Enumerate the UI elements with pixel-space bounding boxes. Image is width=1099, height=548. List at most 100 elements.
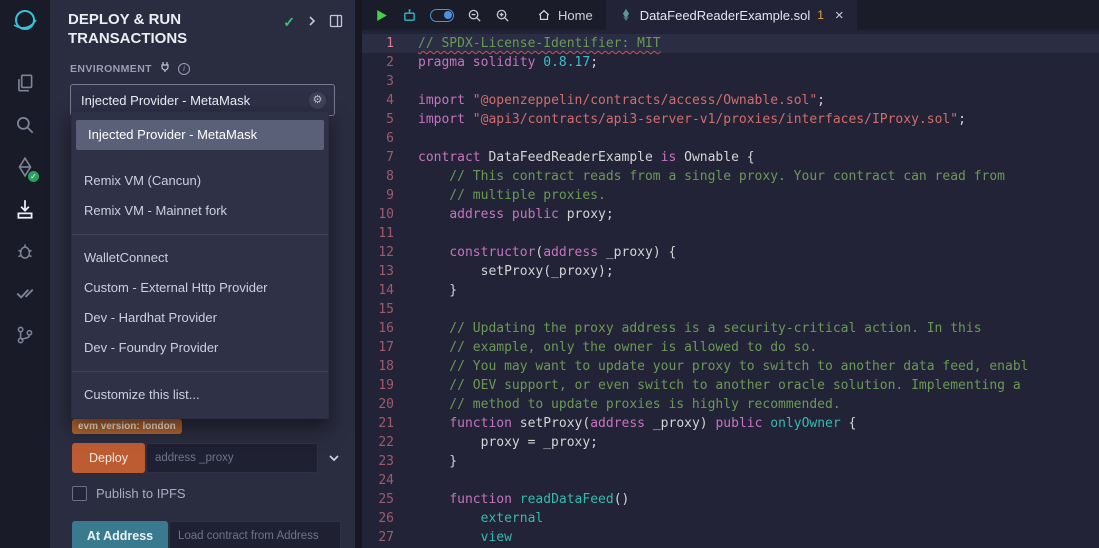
code-line[interactable]: 16 // Updating the proxy address is a se… (362, 319, 1099, 338)
editor-toolbar (362, 0, 524, 30)
code-line[interactable]: 15 (362, 300, 1099, 319)
environment-select-value: Injected Provider - MetaMask (81, 93, 250, 108)
tab-modified-badge: 1 (817, 8, 824, 22)
zoom-out-icon[interactable] (467, 8, 482, 23)
line-number: 25 (362, 490, 418, 509)
line-number: 22 (362, 433, 418, 452)
publish-row: Publish to IPFS (72, 486, 333, 501)
file-explorer-icon[interactable] (5, 62, 45, 104)
chevron-right-icon[interactable] (305, 14, 319, 33)
code-line[interactable]: 2pragma solidity 0.8.17; (362, 53, 1099, 72)
line-number: 9 (362, 186, 418, 205)
environment-option[interactable]: Injected Provider - MetaMask (76, 120, 324, 150)
line-number: 12 (362, 243, 418, 262)
code-line[interactable]: 10 address public proxy; (362, 205, 1099, 224)
ai-assistant-icon[interactable] (402, 8, 417, 23)
chevron-down-icon[interactable] (327, 451, 341, 465)
line-number: 20 (362, 395, 418, 414)
code-line[interactable]: 12 constructor(address _proxy) { (362, 243, 1099, 262)
code-line[interactable]: 8 // This contract reads from a single p… (362, 167, 1099, 186)
code-line[interactable]: 13 setProxy(_proxy); (362, 262, 1099, 281)
environment-option[interactable]: Dev - Foundry Provider (72, 333, 328, 363)
code-line[interactable]: 14 } (362, 281, 1099, 300)
code-area[interactable]: 1// SPDX-License-Identifier: MIT2pragma … (362, 30, 1099, 548)
publish-to-ipfs-label: Publish to IPFS (96, 486, 186, 501)
line-number: 13 (362, 262, 418, 281)
home-icon (537, 8, 551, 22)
code-line[interactable]: 24 (362, 471, 1099, 490)
code-line[interactable]: 26 external (362, 509, 1099, 528)
environment-option[interactable]: Dev - Hardhat Provider (72, 303, 328, 333)
info-icon[interactable]: i (178, 63, 190, 75)
search-icon[interactable] (5, 104, 45, 146)
panel-header: DEPLOY & RUN TRANSACTIONS ✓ (50, 0, 355, 52)
close-icon[interactable]: × (835, 7, 844, 24)
line-number: 2 (362, 53, 418, 72)
plug-icon[interactable] (159, 60, 171, 78)
publish-to-ipfs-checkbox[interactable] (72, 486, 87, 501)
code-line[interactable]: 3 (362, 72, 1099, 91)
environment-option[interactable]: WalletConnect (72, 243, 328, 273)
code-line[interactable]: 4import "@openzeppelin/contracts/access/… (362, 91, 1099, 110)
code-line[interactable]: 21 function setProxy(address _proxy) pub… (362, 414, 1099, 433)
code-line[interactable]: 7contract DataFeedReaderExample is Ownab… (362, 148, 1099, 167)
line-number: 27 (362, 528, 418, 547)
deploy-and-run-icon[interactable] (5, 188, 45, 230)
line-number: 15 (362, 300, 418, 319)
code-line[interactable]: 23 } (362, 452, 1099, 471)
environment-row: ENVIRONMENT i (70, 60, 335, 78)
code-line[interactable]: 9 // multiple proxies. (362, 186, 1099, 205)
solidity-icon (619, 8, 633, 22)
code-line[interactable]: 20 // method to update proxies is highly… (362, 395, 1099, 414)
git-icon[interactable] (5, 314, 45, 356)
editor-pane: Home DataFeedReaderExample.sol 1 × 1// S… (355, 0, 1099, 548)
compiler-success-badge: ✓ (28, 171, 39, 182)
deploy-button[interactable]: Deploy (72, 443, 145, 473)
code-line[interactable]: 1// SPDX-License-Identifier: MIT (362, 34, 1099, 53)
at-address-input[interactable] (169, 521, 341, 548)
line-number: 6 (362, 129, 418, 148)
editor-tabbar: Home DataFeedReaderExample.sol 1 × (362, 0, 1099, 30)
tab-file-label: DataFeedReaderExample.sol (640, 8, 811, 23)
line-number: 26 (362, 509, 418, 528)
copilot-toggle[interactable] (430, 9, 454, 22)
line-number: 17 (362, 338, 418, 357)
tab-home-label: Home (558, 8, 593, 23)
line-number: 16 (362, 319, 418, 338)
code-line[interactable]: 6 (362, 129, 1099, 148)
checks-icon[interactable] (5, 272, 45, 314)
deploy-args-input[interactable] (146, 443, 318, 473)
environment-option[interactable]: Remix VM (Cancun) (72, 166, 328, 196)
debugger-icon[interactable] (5, 230, 45, 272)
zoom-in-icon[interactable] (495, 8, 510, 23)
environment-option[interactable]: Remix VM - Mainnet fork (72, 196, 328, 226)
line-number: 5 (362, 110, 418, 129)
line-number: 23 (362, 452, 418, 471)
code-line[interactable]: 27 view (362, 528, 1099, 547)
code-line[interactable]: 5import "@api3/contracts/api3-server-v1/… (362, 110, 1099, 129)
line-number: 10 (362, 205, 418, 224)
line-number: 21 (362, 414, 418, 433)
tab-datafeedreaderexample[interactable]: DataFeedReaderExample.sol 1 × (606, 0, 857, 30)
line-number: 11 (362, 224, 418, 243)
code-line[interactable]: 18 // You may want to update your proxy … (362, 357, 1099, 376)
remix-ide-window: ✓ DEPLOY & RUN TRANSACTIONS ✓ (0, 0, 1099, 548)
code-line[interactable]: 17 // example, only the owner is allowed… (362, 338, 1099, 357)
line-number: 7 (362, 148, 418, 167)
code-line[interactable]: 22 proxy = _proxy; (362, 433, 1099, 452)
environment-option[interactable]: Custom - External Http Provider (72, 273, 328, 303)
evm-version-badge: evm version: london (72, 419, 182, 434)
pin-panel-icon[interactable] (329, 14, 343, 33)
line-number: 18 (362, 357, 418, 376)
code-line[interactable]: 19 // OEV support, or even switch to ano… (362, 376, 1099, 395)
tab-home[interactable]: Home (524, 0, 606, 30)
solidity-compiler-icon[interactable]: ✓ (5, 146, 45, 188)
environment-option[interactable]: Customize this list... (72, 380, 328, 410)
code-line[interactable]: 11 (362, 224, 1099, 243)
line-number: 8 (362, 167, 418, 186)
run-script-icon[interactable] (374, 8, 389, 23)
remix-logo-icon[interactable] (10, 6, 40, 36)
gear-icon[interactable]: ⚙ (309, 92, 326, 109)
at-address-button[interactable]: At Address (72, 521, 168, 548)
code-line[interactable]: 25 function readDataFeed() (362, 490, 1099, 509)
